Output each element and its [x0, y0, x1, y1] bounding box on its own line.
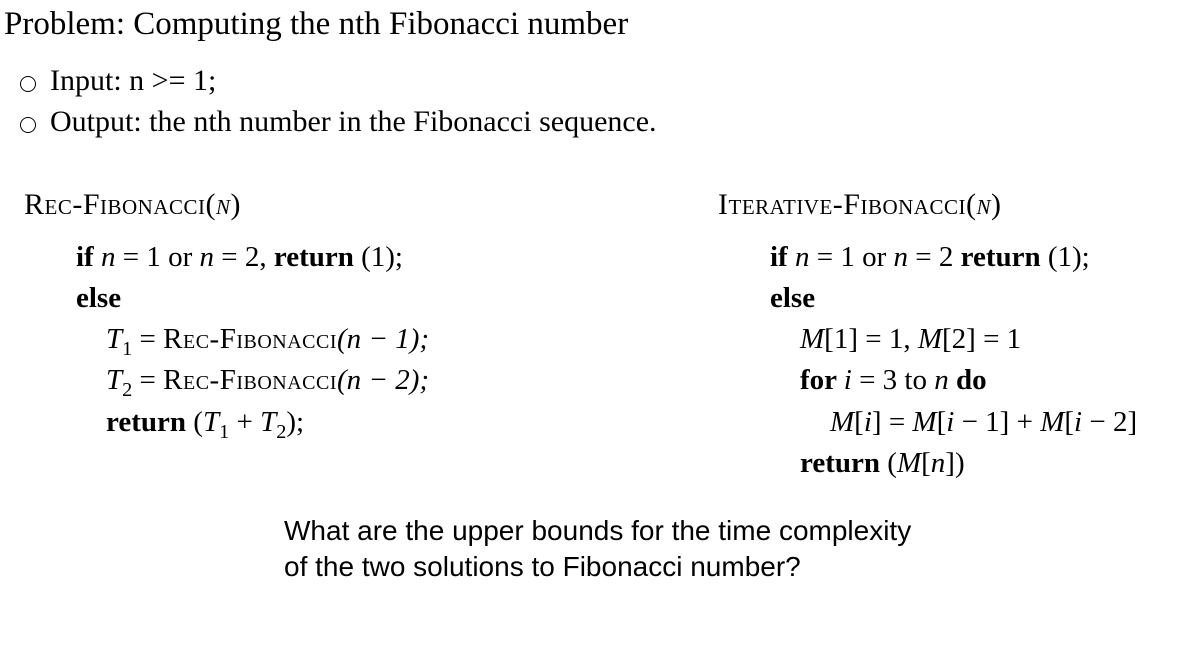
iterative-algorithm: Iterative-Fibonacci(n) if n = 1 or n = 2…	[664, 188, 1196, 485]
iter-name-arg: n	[976, 188, 991, 221]
iter-body: if n = 1 or n = 2 return (1); else M[1] …	[718, 238, 1196, 483]
rec-name-fn: Rec-Fibonacci	[24, 188, 206, 221]
iter-line-recur: M[i] = M[i − 1] + M[i − 2]	[770, 403, 1196, 442]
iter-line-return: return (M[n])	[770, 444, 1196, 483]
rec-line-else: else	[76, 279, 664, 318]
iter-line-else: else	[770, 279, 1196, 318]
algorithms-row: Rec-Fibonacci(n) if n = 1 or n = 2, retu…	[4, 188, 1196, 485]
recursive-algorithm: Rec-Fibonacci(n) if n = 1 or n = 2, retu…	[4, 188, 664, 485]
iter-name-fn: Iterative-Fibonacci	[718, 188, 966, 221]
input-text: Input: n >= 1;	[50, 61, 216, 102]
rec-name-arg: n	[216, 188, 231, 221]
output-item: Output: the nth number in the Fibonacci …	[20, 102, 1196, 143]
iter-line-for: for i = 3 to n do	[770, 361, 1196, 400]
rec-line-t2: T2 = Rec-Fibonacci(n − 2);	[76, 361, 664, 400]
rec-body: if n = 1 or n = 2, return (1); else T1 =…	[24, 238, 664, 442]
rec-line-return: return (T1 + T2);	[76, 403, 664, 442]
question-block: What are the upper bounds for the time c…	[4, 513, 1196, 586]
iter-line-init: M[1] = 1, M[2] = 1	[770, 320, 1196, 359]
io-list: Input: n >= 1; Output: the nth number in…	[4, 61, 1196, 142]
iter-name: Iterative-Fibonacci(n)	[718, 188, 1196, 222]
rec-line-if: if n = 1 or n = 2, return (1);	[76, 238, 664, 277]
rec-line-t1: T1 = Rec-Fibonacci(n − 1);	[76, 320, 664, 359]
problem-title: Problem: Computing the nth Fibonacci num…	[4, 6, 1196, 43]
question-line1: What are the upper bounds for the time c…	[284, 513, 1196, 549]
page-root: Problem: Computing the nth Fibonacci num…	[0, 0, 1200, 586]
circle-icon	[20, 76, 36, 92]
rec-name: Rec-Fibonacci(n)	[24, 188, 664, 222]
circle-icon	[20, 117, 36, 133]
question-line2: of the two solutions to Fibonacci number…	[284, 549, 1196, 585]
iter-line-if: if n = 1 or n = 2 return (1);	[770, 238, 1196, 277]
input-item: Input: n >= 1;	[20, 61, 1196, 102]
output-text: Output: the nth number in the Fibonacci …	[50, 102, 657, 143]
